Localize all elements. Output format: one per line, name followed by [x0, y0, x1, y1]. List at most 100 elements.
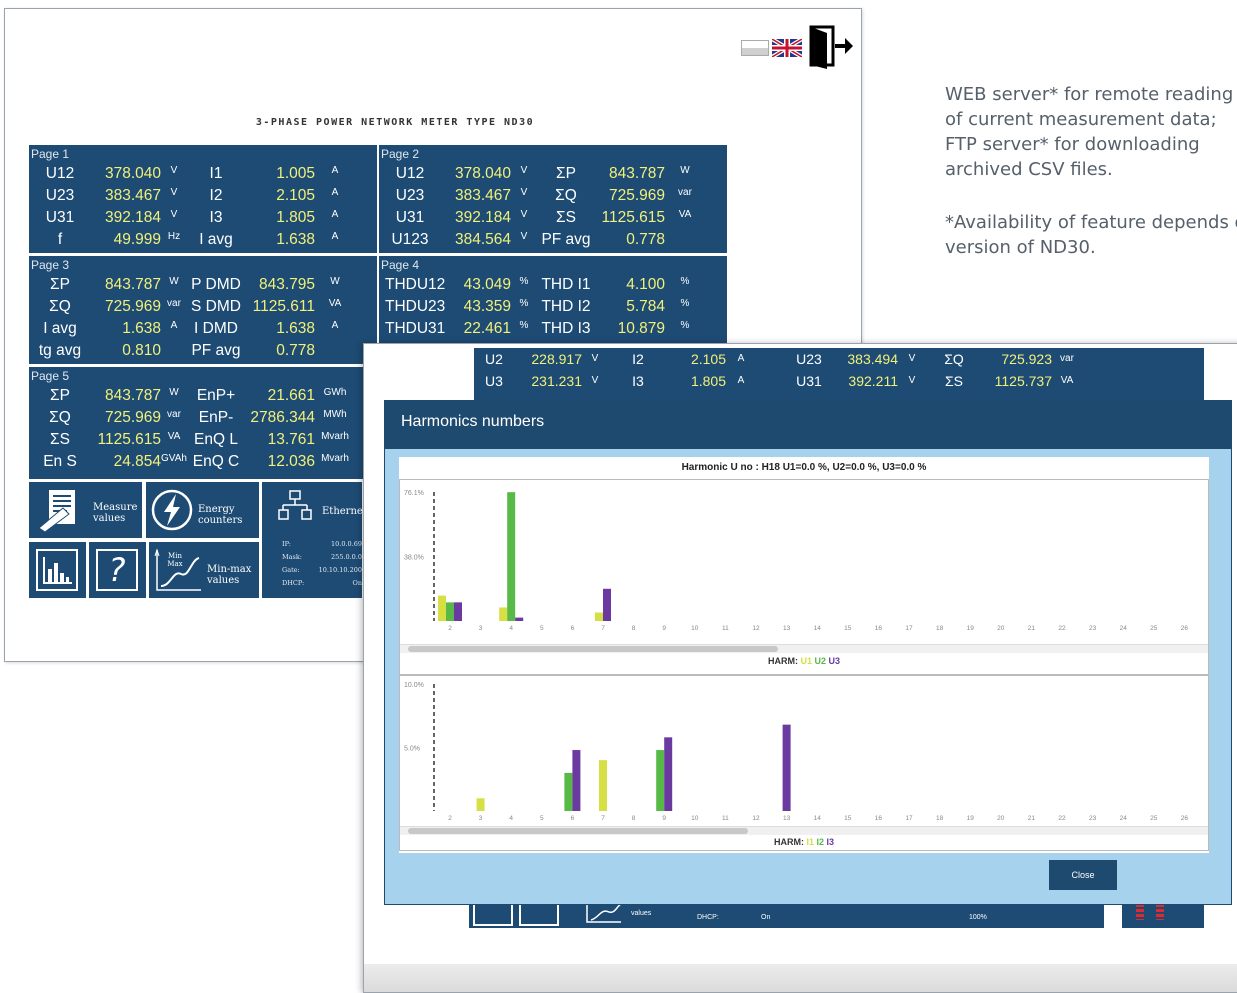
language-pl-flag-icon[interactable]	[741, 40, 769, 56]
param-unit: V	[170, 165, 178, 176]
param-name: PF avg	[541, 231, 591, 248]
param-value: 231.231	[531, 373, 582, 389]
x-tick-label: 22	[1058, 815, 1066, 822]
horizontal-scrollbar[interactable]	[400, 826, 1208, 835]
param-unit: V	[591, 375, 599, 386]
param-unit: A	[331, 320, 339, 331]
param-value: 392.184	[454, 209, 511, 226]
param-unit: W	[680, 165, 690, 176]
param-unit: V	[520, 209, 528, 220]
param-value: 725.969	[104, 298, 161, 315]
note-line: *Availability of feature depends o	[945, 212, 1237, 233]
legend-u1: U1	[800, 656, 812, 666]
param-value: 2786.344	[250, 409, 315, 426]
legend-u3: U3	[828, 656, 841, 666]
measurement-row: f 49.999 Hz I avg 1.638 A	[29, 229, 377, 251]
description-line: of current measurement data;	[945, 109, 1217, 130]
param-name: I1	[209, 165, 223, 182]
x-tick-label: 9	[662, 815, 666, 822]
page-bottom-strip	[364, 964, 1237, 992]
y-tick-label: 76.1%	[404, 490, 424, 497]
help-button[interactable]: ?	[89, 542, 146, 598]
gate-label: Gate:	[282, 566, 300, 574]
param-unit: A	[331, 187, 339, 198]
param-value: 843.787	[104, 276, 161, 293]
measurement-row: THDU12 43.049% THD I1 4.100%	[379, 274, 727, 296]
logout-icon[interactable]	[807, 23, 853, 69]
param-unit: VA	[167, 431, 181, 442]
param-name: ΣQ	[49, 409, 71, 426]
param-name: ΣS	[556, 209, 576, 226]
dhcp-value: On	[761, 914, 771, 921]
bar-u1	[438, 595, 446, 621]
param-name: tg avg	[38, 342, 82, 359]
x-tick-label: 6	[571, 815, 575, 822]
param-name: ΣP	[50, 276, 70, 293]
param-value: 1.005	[276, 165, 315, 182]
param-value: 13.761	[267, 431, 315, 448]
voltage-harmonics-chart: 76.1% 38.0% 2 3 4 5 6 7 8 9 10 11 12 13 14 15 16 17 18 19 20…	[399, 479, 1209, 675]
x-tick-label: 20	[997, 625, 1005, 632]
param-value: 843.787	[104, 387, 161, 404]
measurement-row: En S 24.854 GVAh EnQ C 12.036 Mvarh	[29, 451, 377, 473]
close-button[interactable]: Close	[1049, 860, 1117, 890]
measurement-row: U31 392.184 V ΣS 1125.615 VA	[379, 207, 727, 229]
language-en-flag-icon[interactable]	[770, 37, 804, 59]
bar-u2	[446, 602, 454, 621]
x-tick-label: 7	[601, 625, 605, 632]
param-name: ΣP	[50, 387, 70, 404]
x-tick-label: 5	[540, 625, 544, 632]
param-unit: VA	[1060, 375, 1074, 386]
param-name: U23	[395, 187, 425, 204]
param-value: 43.359	[463, 298, 511, 315]
measurement-row: ΣP 843.787 W P DMD 843.795 W	[29, 274, 377, 296]
x-tick-label: 15	[844, 625, 852, 632]
x-tick-label: 16	[875, 815, 883, 822]
y-tick-label: 10.0%	[404, 682, 424, 689]
meter-page-2: Page 2 U12 378.040 V ΣP 843.787 W U23 383.467 V…	[379, 145, 727, 253]
x-tick-label: 15	[844, 815, 852, 822]
measurement-row: ΣQ 725.969 var S DMD 1125.611 VA	[29, 296, 377, 318]
note-line: version of ND30.	[945, 237, 1096, 258]
param-unit: %	[519, 320, 529, 331]
min-max-values-button[interactable]: Min Max Min-max values	[149, 542, 259, 598]
page-label: Page 2	[381, 147, 420, 161]
horizontal-scrollbar[interactable]	[400, 644, 1208, 653]
y-tick-label: 5.0%	[404, 746, 420, 753]
param-unit: A	[737, 375, 745, 386]
param-name: U2	[485, 351, 503, 367]
x-tick-label: 24	[1120, 625, 1128, 632]
param-name: THDU12	[385, 276, 446, 293]
param-name: I avg	[43, 320, 77, 337]
legend-i1: I1	[806, 837, 814, 847]
scrollbar-thumb[interactable]	[408, 828, 748, 834]
x-tick-label: 22	[1058, 625, 1066, 632]
param-name: U123	[391, 231, 429, 248]
param-value: 1125.615	[601, 209, 666, 226]
current-harmonics-chart: 10.0% 5.0% 2 3 4 5 6 7 8 9 10 11 12 13 14 15 16 17 18 19 20 2…	[399, 675, 1209, 851]
param-name: U12	[45, 165, 75, 182]
scrollbar-thumb[interactable]	[408, 646, 778, 652]
energy-counters-button[interactable]: Energy counters	[146, 482, 259, 538]
param-value: 725.969	[104, 409, 161, 426]
x-tick-label: 21	[1028, 815, 1036, 822]
meter-page-5: Page 5 ΣP 843.787 W EnP+ 21.661 GWh ΣQ 725.969…	[29, 367, 377, 479]
measure-values-button[interactable]: Measure values	[29, 482, 142, 538]
dialog-title: Harmonics numbers	[401, 413, 545, 430]
param-value: 725.969	[608, 187, 665, 204]
param-value: 1125.611	[252, 298, 315, 315]
x-tick-label: 19	[967, 815, 975, 822]
param-unit: %	[680, 276, 690, 287]
ip-value: 10.0.0.69	[330, 540, 362, 548]
x-tick-label: 17	[905, 625, 913, 632]
harmonics-chart-button[interactable]	[29, 542, 86, 598]
network-settings: IP: 10.0.0.69 Mask: 255.0.0.0 Gate: 10.10.1…	[282, 538, 362, 590]
bar-i3	[782, 724, 791, 811]
x-tick-label: 12	[752, 625, 760, 632]
legend-i3: I3	[826, 837, 835, 847]
x-tick-label: 17	[905, 815, 913, 822]
param-unit: Mvarh	[321, 431, 349, 442]
minmax-nav-icon	[585, 902, 623, 924]
bar-chart-icon	[36, 549, 78, 591]
feature-description: WEB server* for remote reading of curren…	[945, 82, 1233, 182]
